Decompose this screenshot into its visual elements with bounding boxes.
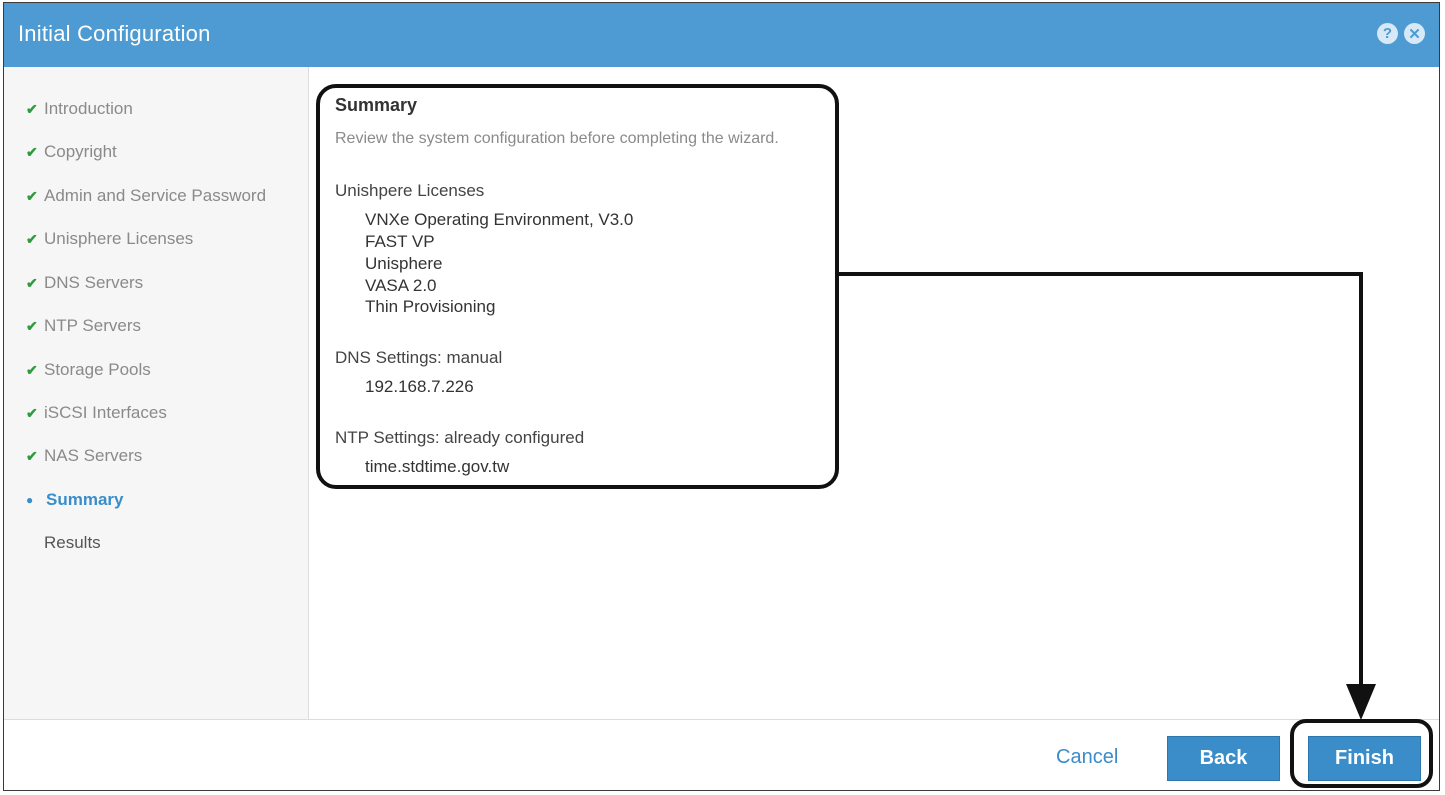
cancel-button[interactable]: Cancel [1056,746,1118,769]
dialog-title: Initial Configuration [18,21,211,46]
license-item: VNXe Operating Environment, V3.0 [365,210,634,229]
checkmark-icon: ✔ [26,187,38,204]
checkmark-icon: ✔ [26,317,38,334]
step-label: Admin and Service Password [44,186,267,205]
checkmark-icon: ✔ [26,361,38,378]
title-bar: Initial Configuration ? ✕ [4,3,1439,67]
finish-highlight-ring [1290,719,1433,788]
summary-subtitle: Review the system configuration before c… [335,130,779,147]
step-label: Unisphere Licenses [44,229,194,248]
wizard-steps-sidebar: ✔ Introduction ✔ Copyright ✔ Admin and S… [4,67,309,719]
step-introduction[interactable]: ✔ Introduction [26,99,133,119]
ntp-value: time.stdtime.gov.tw [365,457,510,476]
title-bar-icons: ? ✕ [1377,23,1425,44]
license-item: Thin Provisioning [365,297,496,316]
step-unisphere-licenses[interactable]: ✔ Unisphere Licenses [26,229,193,249]
dns-value: 192.168.7.226 [365,377,474,396]
summary-title: Summary [335,95,418,115]
question-icon[interactable]: ? [1377,23,1398,44]
step-results: Results [26,533,101,553]
license-item: FAST VP [365,232,435,251]
summary-content: Summary Review the system configuration … [309,67,1439,719]
step-storage-pools[interactable]: ✔ Storage Pools [26,360,151,380]
step-label: DNS Servers [44,273,144,292]
back-button[interactable]: Back [1167,736,1280,781]
license-item: VASA 2.0 [365,276,437,295]
step-ntp-servers[interactable]: ✔ NTP Servers [26,316,141,336]
dialog-footer: Cancel Back Finish [4,719,1439,790]
step-nas-servers[interactable]: ✔ NAS Servers [26,446,142,466]
step-label: iSCSI Interfaces [44,403,167,422]
step-label: Summary [46,490,124,509]
step-label: NTP Servers [44,316,141,335]
checkmark-icon: ✔ [26,143,38,160]
checkmark-icon: ✔ [26,404,38,421]
step-admin-service-password[interactable]: ✔ Admin and Service Password [26,186,266,206]
current-step-dot-icon: ● [26,493,34,507]
ntp-heading: NTP Settings: already configured [335,428,585,447]
step-label: NAS Servers [44,446,143,465]
initial-configuration-dialog: Initial Configuration ? ✕ ✔ Introduction… [3,2,1440,791]
checkmark-icon: ✔ [26,100,38,117]
checkmark-icon: ✔ [26,274,38,291]
step-summary[interactable]: ● Summary [26,490,123,510]
step-label: Storage Pools [44,360,151,379]
dns-heading: DNS Settings: manual [335,348,503,367]
step-copyright[interactable]: ✔ Copyright [26,142,117,162]
checkmark-icon: ✔ [26,230,38,247]
step-iscsi-interfaces[interactable]: ✔ iSCSI Interfaces [26,403,167,423]
close-icon[interactable]: ✕ [1404,23,1425,44]
step-dns-servers[interactable]: ✔ DNS Servers [26,273,143,293]
step-label: Copyright [44,142,117,161]
checkmark-icon: ✔ [26,447,38,464]
step-label: Introduction [44,99,133,118]
licenses-heading: Unishpere Licenses [335,181,485,200]
step-label: Results [44,533,101,552]
license-item: Unisphere [365,254,443,273]
